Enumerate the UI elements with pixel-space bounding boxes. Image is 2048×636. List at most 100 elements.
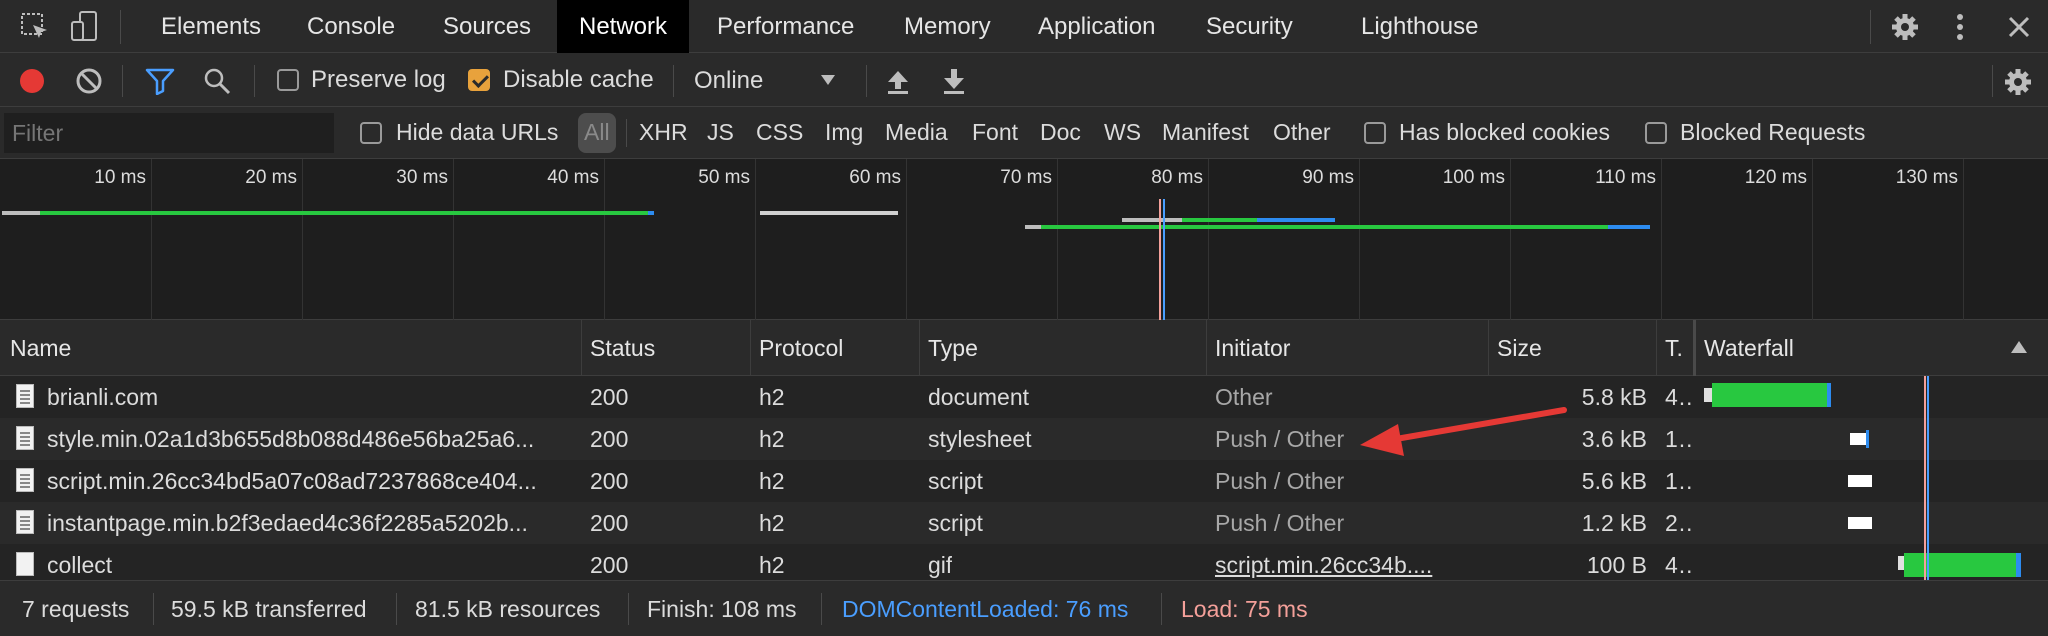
tick-label: 40 ms: [547, 167, 599, 188]
type-filter-all[interactable]: All: [578, 113, 616, 153]
request-size: 5.6 kB: [1581, 468, 1647, 494]
request-status: 200: [590, 510, 629, 536]
column-header-protocol[interactable]: Protocol: [759, 320, 843, 376]
waterfall-bar: [1827, 383, 1831, 407]
tick-label: 100 ms: [1442, 167, 1505, 188]
request-protocol: h2: [759, 384, 785, 410]
request-type: script: [928, 468, 983, 494]
network-settings-gear-icon[interactable]: [2003, 67, 2033, 97]
dropdown-arrow-icon: [821, 75, 835, 85]
tick-label: 10 ms: [94, 167, 146, 188]
waterfall-bar: [1704, 388, 1712, 402]
tab-performance[interactable]: Performance: [717, 0, 854, 53]
dom-content-loaded-marker-line: [1163, 199, 1165, 320]
network-overview[interactable]: 10 ms 20 ms 30 ms 40 ms 50 ms 60 ms 70 m…: [0, 159, 2048, 320]
table-row[interactable]: style.min.02a1d3b655d8b088d486e56ba25a6.…: [0, 418, 2048, 460]
disable-cache-checkbox[interactable]: [468, 69, 490, 91]
script-file-icon: [16, 468, 34, 492]
filter-icon[interactable]: [145, 67, 175, 95]
waterfall-bar: [1848, 475, 1872, 487]
request-initiator: Push / Other: [1215, 426, 1345, 452]
type-filter-ws[interactable]: WS: [1104, 119, 1141, 146]
clear-icon[interactable]: [75, 67, 103, 95]
table-row[interactable]: script.min.26cc34bd5a07c08ad7237868ce404…: [0, 460, 2048, 502]
column-header-status[interactable]: Status: [590, 320, 655, 376]
request-type: gif: [928, 552, 953, 578]
type-filter-other[interactable]: Other: [1273, 119, 1331, 146]
request-size: 1.2 kB: [1581, 510, 1647, 536]
tick-label: 130 ms: [1895, 167, 1958, 188]
table-row[interactable]: collect 200 h2 gif script.min.26cc34b...…: [0, 544, 2048, 580]
tab-security[interactable]: Security: [1206, 0, 1293, 53]
type-filter-media[interactable]: Media: [885, 119, 948, 146]
sort-ascending-icon[interactable]: [2010, 340, 2028, 354]
tab-lighthouse[interactable]: Lighthouse: [1361, 0, 1478, 53]
blocked-requests-checkbox[interactable]: [1645, 122, 1667, 144]
record-icon[interactable]: [18, 67, 46, 95]
network-status-bar: 7 requests 59.5 kB transferred 81.5 kB r…: [0, 580, 2048, 636]
load-marker-line: [1159, 199, 1161, 320]
tab-sources[interactable]: Sources: [443, 0, 531, 53]
request-status: 200: [590, 426, 629, 452]
overview-bar: [1257, 218, 1335, 222]
type-filter-manifest[interactable]: Manifest: [1162, 119, 1249, 146]
table-row[interactable]: brianli.com 200 h2 document Other 5.8 kB…: [0, 376, 2048, 418]
column-header-size[interactable]: Size: [1497, 320, 1542, 376]
has-blocked-cookies-checkbox[interactable]: [1364, 122, 1386, 144]
table-row[interactable]: instantpage.min.b2f3edaed4c36f2285a5202b…: [0, 502, 2048, 544]
request-size: 100 B: [1586, 552, 1647, 578]
tab-application[interactable]: Application: [1038, 0, 1155, 53]
column-header-time[interactable]: T.: [1665, 320, 1683, 376]
type-filter-css[interactable]: CSS: [756, 119, 803, 146]
import-har-icon[interactable]: [884, 67, 912, 95]
request-protocol: h2: [759, 426, 785, 452]
type-filter-img[interactable]: Img: [825, 119, 863, 146]
search-icon[interactable]: [203, 67, 231, 95]
tab-console[interactable]: Console: [307, 0, 395, 53]
request-initiator: Push / Other: [1215, 510, 1345, 536]
preserve-log-checkbox[interactable]: [277, 69, 299, 91]
export-har-icon[interactable]: [940, 67, 968, 95]
settings-gear-icon[interactable]: [1890, 12, 1920, 42]
tab-network[interactable]: Network: [557, 0, 690, 53]
waterfall-dcl-line: [1927, 376, 1929, 580]
filter-input[interactable]: [4, 113, 334, 153]
hide-data-urls-label: Hide data URLs: [396, 119, 559, 145]
type-filter-font[interactable]: Font: [972, 119, 1018, 146]
type-filter-xhr[interactable]: XHR: [639, 119, 688, 146]
waterfall-bar: [1850, 433, 1866, 445]
inspect-element-icon[interactable]: [20, 12, 50, 42]
close-devtools-icon[interactable]: [2006, 14, 2032, 40]
column-header-initiator[interactable]: Initiator: [1215, 320, 1290, 376]
request-name: collect: [47, 552, 113, 578]
request-name: brianli.com: [47, 384, 159, 410]
tick-label: 60 ms: [849, 167, 901, 188]
column-header-name[interactable]: Name: [10, 320, 71, 376]
tab-elements[interactable]: Elements: [161, 0, 261, 53]
tick-label: 110 ms: [1595, 167, 1656, 188]
transferred-size: 59.5 kB transferred: [171, 596, 367, 622]
hide-data-urls-checkbox[interactable]: [360, 122, 382, 144]
overview-bar: [1182, 218, 1257, 222]
overview-bar: [760, 211, 898, 215]
request-status: 200: [590, 468, 629, 494]
waterfall-bar: [1848, 517, 1872, 529]
type-filter-doc[interactable]: Doc: [1040, 119, 1081, 146]
request-type: stylesheet: [928, 426, 1032, 452]
type-filter-all-label: All: [584, 119, 610, 145]
resources-size: 81.5 kB resources: [415, 596, 601, 622]
preserve-log-label: Preserve log: [311, 66, 446, 93]
tab-memory[interactable]: Memory: [904, 0, 991, 53]
more-options-icon[interactable]: [1950, 12, 1970, 42]
waterfall-bar: [1866, 430, 1869, 448]
request-status: 200: [590, 552, 629, 578]
column-header-type[interactable]: Type: [928, 320, 978, 376]
request-initiator-link[interactable]: script.min.26cc34b....: [1215, 544, 1480, 580]
script-file-icon: [16, 510, 34, 534]
column-header-waterfall[interactable]: Waterfall: [1704, 320, 1794, 376]
request-time: 2...: [1665, 510, 1691, 536]
device-toolbar-icon[interactable]: [70, 10, 100, 44]
type-filter-js[interactable]: JS: [707, 119, 734, 146]
throttling-select[interactable]: Online: [680, 59, 850, 101]
request-type: document: [928, 384, 1030, 410]
